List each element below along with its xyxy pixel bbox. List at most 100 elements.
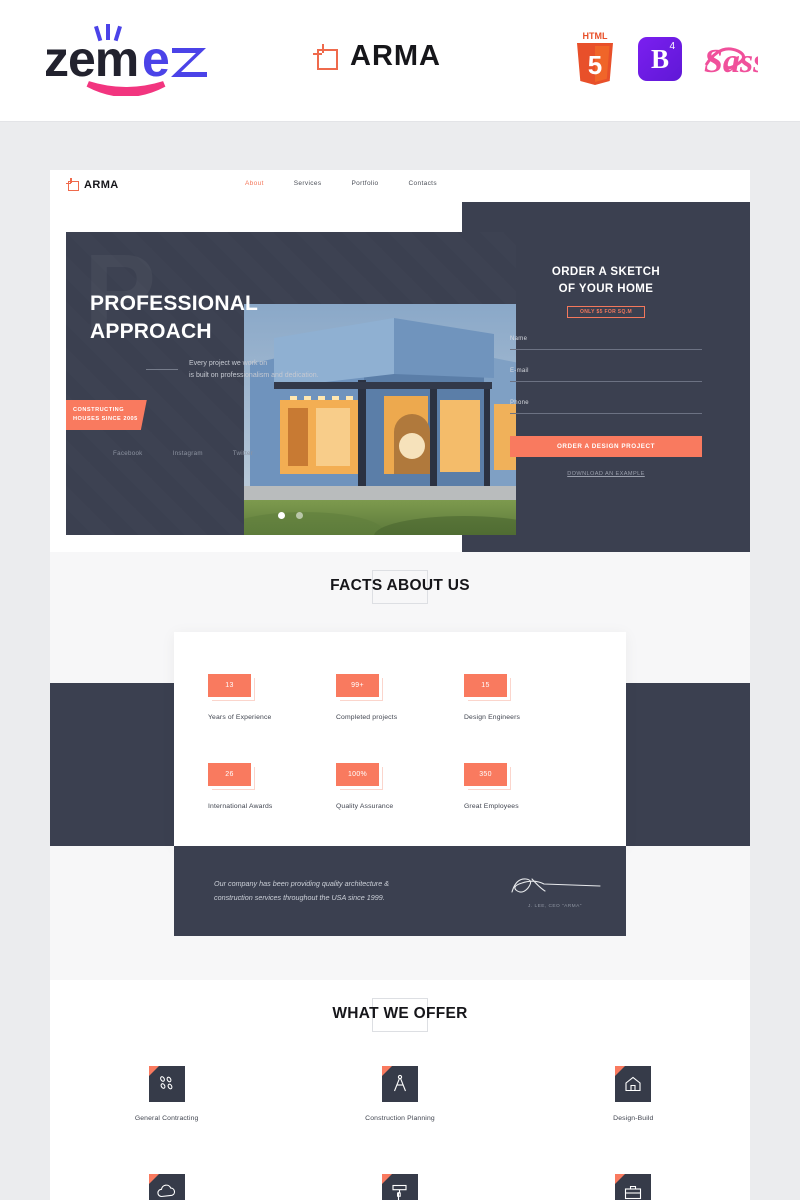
social-link-instagram[interactable]: Instagram xyxy=(173,450,203,457)
fact-item: 26 International Awards xyxy=(208,763,336,810)
download-example-link[interactable]: DOWNLOAD AN EXAMPLE xyxy=(510,471,702,477)
offer-label: Design-Build xyxy=(613,1115,654,1122)
screws-icon xyxy=(148,1066,185,1102)
fact-label: Great Employees xyxy=(464,803,519,810)
zemes-logo: zem e xyxy=(44,24,209,97)
ceo-signature-block: J. LEE, CEO "ARMA" xyxy=(500,873,610,909)
offer-section: WHAT WE OFFER General Contracting Constr… xyxy=(50,980,750,1200)
site-logo[interactable]: ARMA xyxy=(66,178,119,191)
fact-label: Years of Experience xyxy=(208,714,272,721)
facts-grid: 13 Years of Experience 99+ Completed pro… xyxy=(174,632,626,810)
hero-section: PROFESSIONAL APPROACH Every project we w… xyxy=(50,202,750,584)
slider-dot-2[interactable] xyxy=(296,512,303,519)
hero-title: PROFESSIONAL APPROACH xyxy=(90,292,259,343)
compass-icon xyxy=(381,1066,418,1102)
arma-wordmark: ARMA xyxy=(350,40,441,72)
social-link-facebook[interactable]: Facebook xyxy=(113,450,143,457)
order-design-project-button[interactable]: ORDER A DESIGN PROJECT xyxy=(510,436,702,458)
hero-slide: PROFESSIONAL APPROACH Every project we w… xyxy=(66,232,516,535)
site-navbar: ARMA About Services Portfolio Contacts xyxy=(50,170,750,202)
svg-text:HTML: HTML xyxy=(583,31,608,41)
ceo-quote-block: Our company has been providing quality a… xyxy=(174,846,626,936)
social-link-twitter[interactable]: Twitter xyxy=(233,450,253,457)
arma-brand-logo: ARMA xyxy=(313,42,441,71)
cloud-icon xyxy=(148,1174,185,1200)
fact-item: 350 Great Employees xyxy=(464,763,592,810)
nav-item-about[interactable]: About xyxy=(245,180,264,187)
email-input[interactable] xyxy=(510,381,702,383)
price-badge: ONLY $5 FOR SQ.M xyxy=(567,306,645,319)
nav-links: About Services Portfolio Contacts xyxy=(245,180,437,187)
briefcase-icon xyxy=(615,1174,652,1200)
nav-item-contacts[interactable]: Contacts xyxy=(408,180,436,187)
fact-label: International Awards xyxy=(208,803,273,810)
fact-label: Design Engineers xyxy=(464,714,521,721)
bootstrap-version-sup: 4 xyxy=(669,41,675,52)
phone-input[interactable] xyxy=(510,413,702,415)
email-field-group: E-mail xyxy=(510,368,702,383)
arma-square-icon xyxy=(313,43,339,70)
facts-heading-block: FACTS ABOUT US xyxy=(50,552,750,604)
fact-label: Completed projects xyxy=(336,714,398,721)
offer-item[interactable]: General Contracting xyxy=(50,1066,283,1122)
fact-label: Quality Assurance xyxy=(336,803,394,810)
offer-item[interactable]: Construction Planning xyxy=(283,1066,516,1122)
hero-tagline-badge: CONSTRUCTING HOUSES SINCE 2005 xyxy=(66,400,147,430)
fact-item: 100% Quality Assurance xyxy=(336,763,464,810)
offer-grid: General Contracting Construction Plannin… xyxy=(50,1066,750,1200)
name-input[interactable] xyxy=(510,349,702,351)
svg-text:zem: zem xyxy=(44,31,138,87)
facts-card: 13 Years of Experience 99+ Completed pro… xyxy=(174,632,626,846)
fact-value: 99+ xyxy=(336,674,379,697)
slider-dots xyxy=(278,512,303,519)
hero-divider-line xyxy=(146,369,178,370)
hero-social-links: Facebook Instagram Twitter xyxy=(113,450,253,457)
nav-item-portfolio[interactable]: Portfolio xyxy=(351,180,378,187)
fact-value: 15 xyxy=(464,674,507,697)
site-logo-text: ARMA xyxy=(84,178,119,191)
offer-heading: WHAT WE OFFER xyxy=(332,1005,468,1022)
fact-value: 26 xyxy=(208,763,251,786)
sass-badge: Sass xyxy=(702,36,766,82)
phone-label: Phone xyxy=(510,400,529,407)
arma-square-icon xyxy=(66,178,79,191)
svg-text:e: e xyxy=(142,31,169,87)
offer-item[interactable] xyxy=(50,1174,283,1200)
ceo-quote-text: Our company has been providing quality a… xyxy=(214,878,389,902)
brand-header: zem e ARMA HTML 5 B 4 Sass xyxy=(0,0,800,122)
svg-text:5: 5 xyxy=(588,50,602,80)
offer-label: General Contracting xyxy=(134,1115,199,1122)
ceo-signature-name: J. LEE, CEO "ARMA" xyxy=(528,904,582,909)
nav-item-services[interactable]: Services xyxy=(294,180,322,187)
html5-badge: HTML 5 xyxy=(572,30,618,88)
paint-roller-icon xyxy=(381,1174,418,1200)
email-label: E-mail xyxy=(510,368,529,375)
fact-value: 100% xyxy=(336,763,379,786)
signature-icon xyxy=(511,878,601,893)
tech-badges: HTML 5 B 4 Sass xyxy=(572,30,766,88)
fact-item: 15 Design Engineers xyxy=(464,674,592,721)
facts-section: FACTS ABOUT US 13 Years of Experience 99… xyxy=(50,552,750,980)
offer-label: Construction Planning xyxy=(365,1115,435,1122)
fact-item: 13 Years of Experience xyxy=(208,674,336,721)
bootstrap4-badge: B 4 xyxy=(638,37,682,81)
facts-heading: FACTS ABOUT US xyxy=(330,577,470,594)
fact-value: 350 xyxy=(464,763,507,786)
order-sketch-form: ORDER A SKETCH OF YOUR HOME ONLY $5 FOR … xyxy=(510,264,702,477)
bootstrap-b-letter: B xyxy=(650,43,669,74)
offer-item[interactable] xyxy=(283,1174,516,1200)
name-field-group: Name xyxy=(510,336,702,351)
fact-item: 99+ Completed projects xyxy=(336,674,464,721)
order-form-title: ORDER A SKETCH OF YOUR HOME xyxy=(551,266,661,295)
phone-field-group: Phone xyxy=(510,400,702,415)
site-preview-card: ARMA About Services Portfolio Contacts P xyxy=(50,170,750,1200)
hero-subtitle: Every project we work on is built on pro… xyxy=(189,360,319,380)
hero-house-photo xyxy=(244,304,516,535)
name-label: Name xyxy=(510,336,528,343)
offer-item[interactable]: Design-Build xyxy=(517,1066,750,1122)
offer-heading-block: WHAT WE OFFER xyxy=(50,980,750,1032)
slider-dot-1[interactable] xyxy=(278,512,285,519)
fact-value: 13 xyxy=(208,674,251,697)
offer-item[interactable] xyxy=(517,1174,750,1200)
house-icon xyxy=(615,1066,652,1102)
